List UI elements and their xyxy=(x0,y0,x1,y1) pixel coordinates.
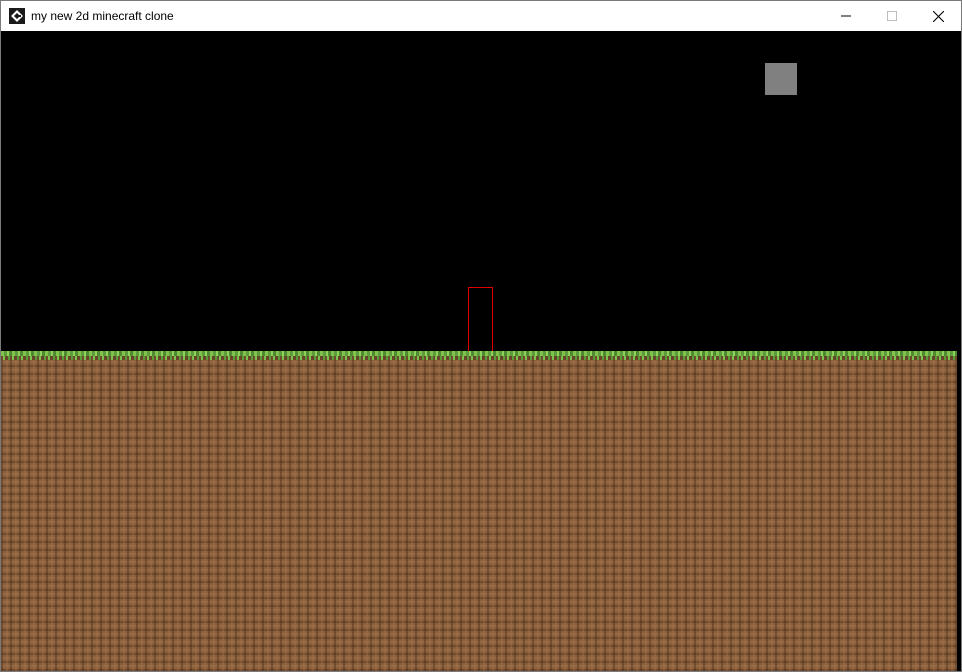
player-hitbox xyxy=(468,287,493,352)
window-title: my new 2d minecraft clone xyxy=(31,9,174,23)
game-canvas[interactable] xyxy=(1,31,961,671)
ground-terrain[interactable] xyxy=(1,351,957,671)
game-app-icon xyxy=(9,8,25,24)
game-window: my new 2d minecraft clone xyxy=(0,0,962,672)
selected-block-indicator xyxy=(765,63,797,95)
maximize-icon xyxy=(887,11,897,21)
minimize-button[interactable] xyxy=(823,1,869,31)
window-controls xyxy=(823,1,961,31)
close-button[interactable] xyxy=(915,1,961,31)
minimize-icon xyxy=(841,15,851,17)
dirt-layer[interactable] xyxy=(1,359,957,671)
title-bar[interactable]: my new 2d minecraft clone xyxy=(1,1,961,31)
grass-edge xyxy=(1,356,957,360)
maximize-button[interactable] xyxy=(869,1,915,31)
close-icon xyxy=(932,10,944,22)
canvas-edge-strip xyxy=(957,351,961,671)
